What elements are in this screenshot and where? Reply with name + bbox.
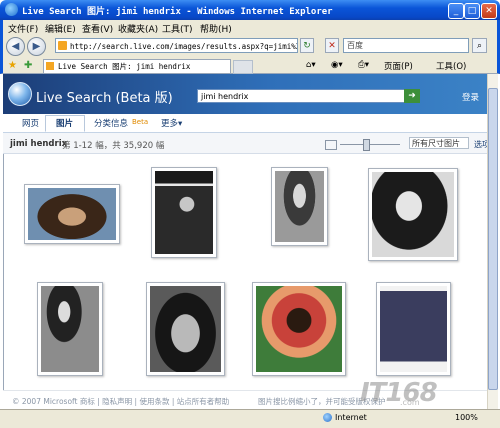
back-icon[interactable]: ◀ <box>6 37 25 56</box>
scrollbar-thumb[interactable] <box>488 88 498 390</box>
tools-menu[interactable]: 工具(O) <box>436 60 466 72</box>
image-result[interactable] <box>37 282 103 376</box>
window-title: Live Search 图片: jimi hendrix - Windows I… <box>22 7 333 17</box>
page-menu[interactable]: 页面(P) <box>384 60 413 72</box>
favorites-star-icon[interactable]: ★ <box>8 60 17 71</box>
ie-app-icon <box>5 3 18 16</box>
results-count: 第 1-12 幅，共 35,920 幅 <box>62 141 165 151</box>
size-filter-select[interactable]: 所有尺寸图片 <box>409 137 469 149</box>
image-result[interactable] <box>368 168 458 261</box>
image-result[interactable] <box>151 167 217 258</box>
windows-logo-icon[interactable] <box>8 82 32 106</box>
tab-web[interactable]: 网页 <box>22 117 39 129</box>
tab-current[interactable]: Live Search 图片: jimi hendrix <box>43 59 231 73</box>
image-result[interactable] <box>24 184 120 244</box>
feeds-icon[interactable]: ◉▾ <box>331 60 343 70</box>
forward-icon[interactable]: ▶ <box>27 37 46 56</box>
search-icon[interactable]: ⌕ <box>472 38 487 53</box>
image-result[interactable] <box>252 282 346 376</box>
tab-more[interactable]: 更多▾ <box>161 117 182 129</box>
tab-favicon-icon <box>46 62 54 70</box>
footer-links[interactable]: © 2007 Microsoft 商标 | 隐私声明 | 使用条款 | 站点所有… <box>12 396 229 407</box>
page-favicon-icon <box>58 41 67 50</box>
beta-badge: Beta <box>132 118 149 126</box>
image-result[interactable] <box>271 167 328 246</box>
grid-view-icon[interactable] <box>325 140 337 150</box>
print-icon[interactable]: ⎙▾ <box>358 60 369 70</box>
image-result[interactable] <box>376 282 451 376</box>
tab-images[interactable]: 图片 <box>56 117 73 129</box>
internet-zone-icon <box>323 413 332 422</box>
stop-icon[interactable]: ✕ <box>325 38 339 53</box>
add-favorite-icon[interactable]: ✚ <box>24 60 32 71</box>
security-zone: Internet <box>335 413 367 422</box>
refresh-icon[interactable]: ↻ <box>300 38 314 53</box>
search-go-button[interactable]: ➜ <box>404 89 420 103</box>
live-search-brand[interactable]: Live Search (Beta 版) <box>36 87 173 106</box>
image-grid <box>8 155 488 390</box>
watermark-suffix: .com <box>400 398 420 407</box>
home-icon[interactable]: ⌂▾ <box>306 60 316 70</box>
size-slider-handle[interactable] <box>363 139 370 151</box>
size-slider[interactable] <box>340 144 400 145</box>
maximize-button[interactable]: □ <box>464 3 480 19</box>
zoom-level[interactable]: 100% <box>455 413 478 422</box>
ie-search-input[interactable]: 百度 <box>343 38 469 53</box>
status-bar <box>0 409 500 428</box>
new-tab-button[interactable] <box>233 60 253 74</box>
address-input[interactable]: http://search.live.com/images/results.as… <box>55 38 298 53</box>
signin-link[interactable]: 登录 <box>462 91 479 103</box>
watermark-logo: IT168 <box>360 378 438 408</box>
minimize-button[interactable]: _ <box>448 3 464 19</box>
results-query: jimi hendrix <box>10 139 68 149</box>
close-button[interactable]: ✕ <box>481 3 497 19</box>
live-search-input[interactable]: jimi hendrix <box>197 89 405 103</box>
image-result[interactable] <box>146 282 225 376</box>
tab-classifieds[interactable]: 分类信息 <box>94 117 128 129</box>
